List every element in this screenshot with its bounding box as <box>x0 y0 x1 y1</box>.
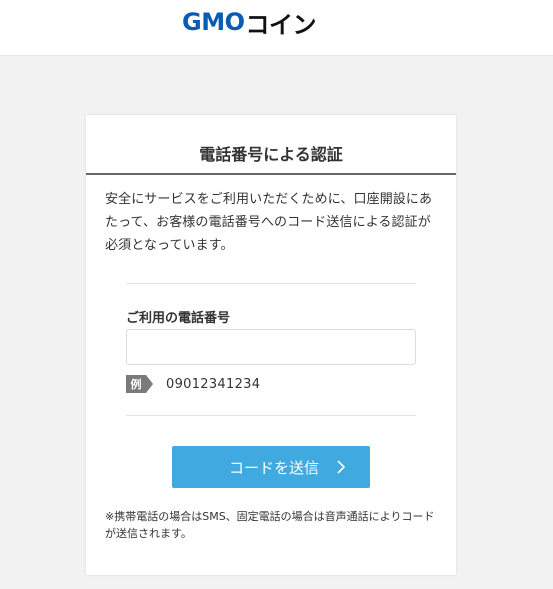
send-code-button-label: コードを送信 <box>228 458 319 477</box>
phone-example: 例 09012341234 <box>126 375 260 393</box>
send-code-button[interactable]: コードを送信 <box>172 446 370 488</box>
example-tag: 例 <box>126 375 153 393</box>
chevron-right-icon <box>337 460 346 474</box>
phone-number-input[interactable] <box>126 329 416 365</box>
example-value: 09012341234 <box>166 376 261 392</box>
logo-sub-text: コイン <box>245 10 316 39</box>
intro-text: 安全にサービスをご利用いただくために、口座開設にあたって、お客様の電話番号へのコ… <box>105 192 433 253</box>
sms-voice-note: ※携帯電話の場合はSMS、固定電話の場合は音声通話によりコードが送信されます。 <box>105 510 435 540</box>
card-title: 電話番号による認証 <box>86 115 456 175</box>
site-header: GMO コイン <box>0 0 553 56</box>
divider-top <box>126 283 416 284</box>
phone-auth-card: 電話番号による認証 安全にサービスをご利用いただくために、口座開設にあたって、お… <box>86 115 456 575</box>
divider-bottom <box>126 415 416 416</box>
logo-brand-text: GMO <box>182 8 245 36</box>
gmo-coin-logo[interactable]: GMO コイン <box>182 8 316 39</box>
phone-field-label: ご利用の電話番号 <box>126 311 231 326</box>
